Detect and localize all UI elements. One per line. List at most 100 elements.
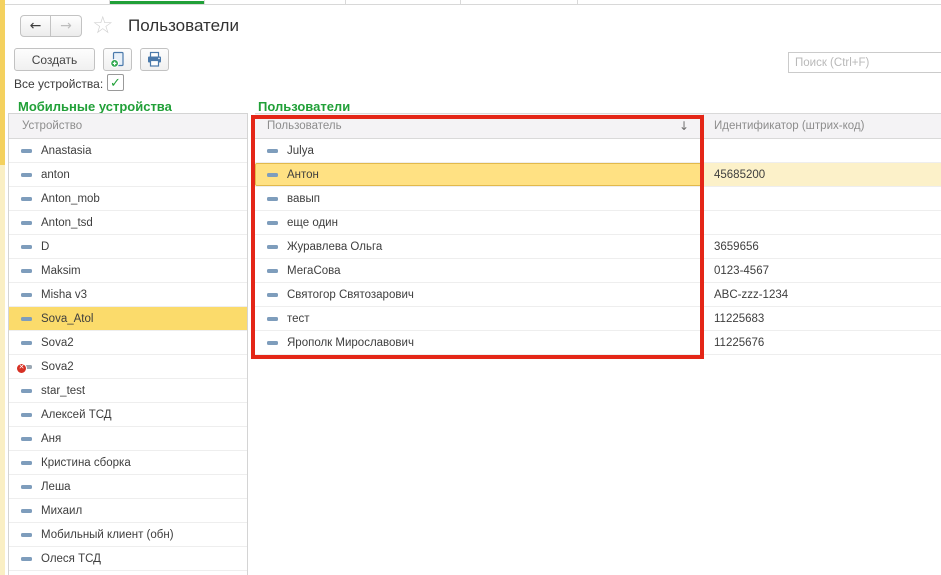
user-name-cell[interactable]: Антон	[255, 163, 704, 186]
user-name-cell[interactable]: Святогор Святозарович	[255, 283, 704, 306]
search-input[interactable]	[788, 52, 941, 73]
back-button[interactable]: ←	[20, 15, 51, 37]
user-row[interactable]: Ярополк Мирославович 11225676	[255, 331, 941, 355]
device-row[interactable]: ✕ Sova2	[9, 331, 247, 355]
device-row[interactable]: ✕ Михаил	[9, 499, 247, 523]
device-icon: ✕	[21, 509, 32, 513]
device-icon: ✕	[21, 197, 32, 201]
user-row[interactable]: Julya	[255, 139, 941, 163]
device-row[interactable]: ✕ Алексей ТСД	[9, 403, 247, 427]
forward-button[interactable]: →	[51, 15, 82, 37]
device-row[interactable]: ✕ Anton_tsd	[9, 211, 247, 235]
user-row[interactable]: МегаСова 0123-4567	[255, 259, 941, 283]
device-row[interactable]: ✕ Anastasia	[9, 139, 247, 163]
device-name: D	[41, 241, 49, 253]
user-name: вавып	[287, 193, 320, 205]
user-icon	[267, 197, 278, 201]
user-name-cell[interactable]: Журавлева Ольга	[255, 235, 704, 258]
user-identifier-cell[interactable]	[704, 187, 941, 210]
user-icon	[267, 149, 278, 153]
user-name-cell[interactable]: тест	[255, 307, 704, 330]
identifier-column-header[interactable]: Идентификатор (штрих-код)	[704, 114, 941, 138]
device-row[interactable]: ✕ D	[9, 235, 247, 259]
user-column-label: Пользователь	[267, 114, 342, 138]
device-icon: ✕	[21, 533, 32, 537]
users-table-header: Пользователь ↓ Идентификатор (штрих-код)	[255, 114, 941, 139]
device-name: Sova2	[41, 337, 74, 349]
user-row[interactable]: тест 11225683	[255, 307, 941, 331]
user-row[interactable]: еще один	[255, 211, 941, 235]
device-row[interactable]: ✕ Sova_Atol	[9, 307, 247, 331]
checkmark-icon: ✓	[110, 76, 121, 89]
device-name: Sova2	[41, 361, 74, 373]
user-name-cell[interactable]: МегаСова	[255, 259, 704, 282]
device-name: Misha v3	[41, 289, 87, 301]
device-name: Михаил	[41, 505, 82, 517]
user-identifier-cell[interactable]	[704, 211, 941, 234]
device-row[interactable]: ✕ Maksim	[9, 259, 247, 283]
user-row[interactable]: Святогор Святозарович ABC-zzz-1234	[255, 283, 941, 307]
device-row[interactable]: ✕ Мобильный клиент (обн)	[9, 523, 247, 547]
device-icon: ✕	[21, 413, 32, 417]
device-row[interactable]: ✕ Sova2	[9, 355, 247, 379]
tab-separator	[204, 0, 205, 4]
device-row[interactable]: ✕ Misha v3	[9, 283, 247, 307]
device-name: Леша	[41, 481, 71, 493]
tab-separator	[109, 0, 110, 4]
device-row[interactable]: ✕ Аня	[9, 427, 247, 451]
devices-panel: Устройство ✕ Anastasia ✕ anton ✕ Anton_m…	[8, 113, 248, 575]
device-row[interactable]: ✕ Олеся ТСД	[9, 547, 247, 571]
forward-arrow-icon: →	[60, 18, 72, 34]
user-row[interactable]: Журавлева Ольга 3659656	[255, 235, 941, 259]
device-row[interactable]: ✕ anton	[9, 163, 247, 187]
user-icon	[267, 341, 278, 345]
favorite-star-icon[interactable]: ☆	[92, 13, 114, 37]
device-name: Maksim	[41, 265, 81, 277]
user-icon	[267, 221, 278, 225]
user-name-cell[interactable]: еще один	[255, 211, 704, 234]
tab-separator	[460, 0, 461, 4]
tab-separator	[577, 0, 578, 4]
all-devices-checkbox[interactable]: ✓	[107, 74, 124, 91]
user-name-cell[interactable]: Ярополк Мирославович	[255, 331, 704, 354]
back-arrow-icon: ←	[30, 18, 42, 34]
user-name-cell[interactable]: Julya	[255, 139, 704, 162]
all-devices-label: Все устройства:	[14, 77, 103, 91]
user-name: Ярополк Мирославович	[287, 337, 414, 349]
add-document-button[interactable]	[103, 48, 132, 71]
user-identifier-cell[interactable]: 11225676	[704, 331, 941, 354]
device-icon: ✕	[21, 341, 32, 345]
create-button[interactable]: Создать	[14, 48, 95, 71]
user-name-cell[interactable]: вавып	[255, 187, 704, 210]
device-icon: ✕	[21, 557, 32, 561]
device-row[interactable]: ✕ Anton_mob	[9, 187, 247, 211]
user-column-header[interactable]: Пользователь ↓	[255, 114, 704, 138]
user-identifier-cell[interactable]: 11225683	[704, 307, 941, 330]
user-identifier-cell[interactable]: 0123-4567	[704, 259, 941, 282]
print-button[interactable]	[140, 48, 169, 71]
add-document-icon	[109, 51, 126, 68]
device-icon: ✕	[21, 221, 32, 225]
user-identifier-cell[interactable]: 3659656	[704, 235, 941, 258]
user-identifier-cell[interactable]: ABC-zzz-1234	[704, 283, 941, 306]
device-name: Anton_mob	[41, 193, 100, 205]
deletion-mark-icon: ✕	[16, 363, 27, 374]
device-name: Алексей ТСД	[41, 409, 112, 421]
user-name: Julya	[287, 145, 314, 157]
device-icon: ✕	[21, 365, 32, 369]
device-icon: ✕	[21, 149, 32, 153]
user-name: тест	[287, 313, 310, 325]
user-identifier-cell[interactable]	[704, 139, 941, 162]
devices-column-header[interactable]: Устройство	[9, 114, 247, 139]
user-name: МегаСова	[287, 265, 341, 277]
active-tab-indicator[interactable]	[110, 1, 204, 4]
device-row[interactable]: ✕ star_test	[9, 379, 247, 403]
user-row[interactable]: вавып	[255, 187, 941, 211]
user-name: еще один	[287, 217, 338, 229]
user-row[interactable]: Антон 45685200	[255, 163, 941, 187]
device-row[interactable]: ✕ Леша	[9, 475, 247, 499]
device-icon: ✕	[21, 173, 32, 177]
device-row[interactable]: ✕ Кристина сборка	[9, 451, 247, 475]
user-identifier-cell[interactable]: 45685200	[704, 163, 941, 186]
device-icon: ✕	[21, 437, 32, 441]
